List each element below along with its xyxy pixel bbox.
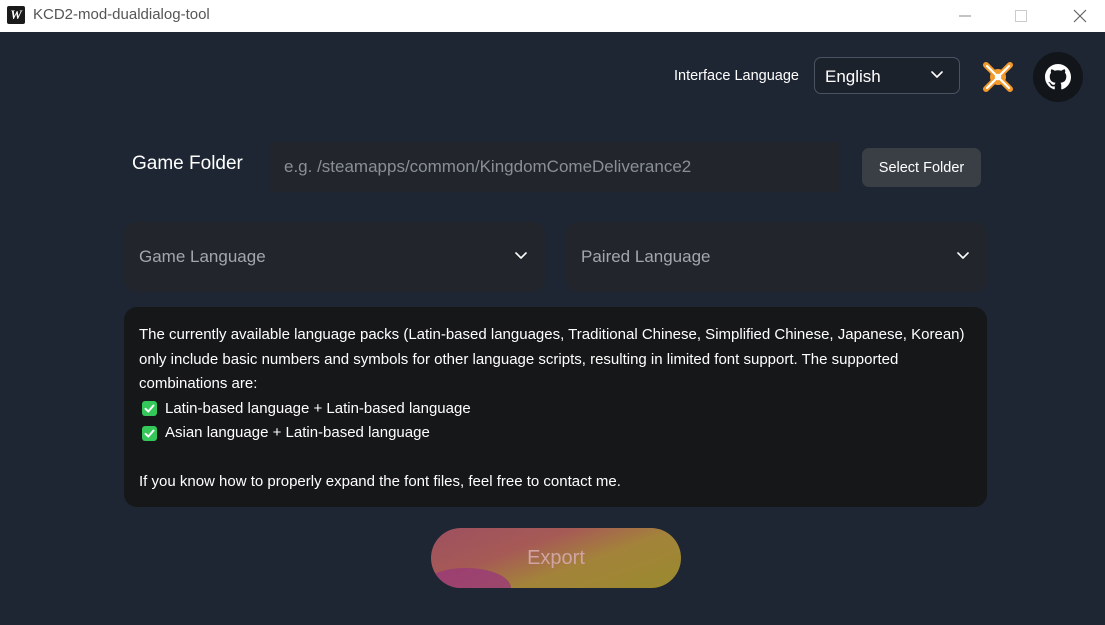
github-button[interactable] [1033, 52, 1083, 102]
nexus-mods-icon [983, 62, 1013, 92]
minimize-icon [959, 15, 971, 17]
github-icon [1045, 64, 1071, 90]
paired-language-select[interactable]: Paired Language [566, 222, 987, 292]
window-title: KCD2-mod-dualdialog-tool [33, 6, 210, 23]
chevron-down-icon [957, 252, 969, 259]
chevron-down-icon [931, 71, 943, 78]
check-mark-icon [142, 401, 157, 417]
minimize-button[interactable] [942, 0, 988, 32]
nexus-mods-button[interactable] [982, 61, 1014, 93]
interface-language-select[interactable]: English [814, 57, 960, 94]
combo-text: Asian language + Latin-based language [165, 424, 430, 441]
app-icon: W [7, 6, 25, 24]
paired-language-placeholder: Paired Language [581, 247, 711, 266]
close-icon [1073, 9, 1087, 23]
export-button[interactable]: Export [431, 528, 681, 588]
interface-language-label: Interface Language [674, 68, 799, 84]
game-language-placeholder: Game Language [139, 247, 266, 266]
combo-item: Latin-based language + Latin-based langu… [139, 397, 972, 422]
interface-language-value: English [825, 67, 881, 86]
combo-text: Latin-based language + Latin-based langu… [165, 399, 471, 417]
close-button[interactable] [1057, 0, 1103, 32]
check-mark-icon [142, 425, 157, 441]
font-support-notice: The currently available language packs (… [124, 307, 987, 507]
game-language-select[interactable]: Game Language [124, 222, 545, 292]
chevron-down-icon [515, 252, 527, 259]
notice-paragraph: The currently available language packs (… [139, 326, 965, 392]
export-label: Export [527, 546, 585, 569]
contact-note: If you know how to properly expand the f… [139, 472, 621, 490]
title-bar: W KCD2-mod-dualdialog-tool [0, 0, 1105, 32]
game-folder-input[interactable] [269, 142, 840, 192]
button-glow [431, 568, 511, 588]
select-folder-button[interactable]: Select Folder [862, 148, 981, 187]
combo-item: Asian language + Latin-based language [139, 421, 972, 446]
game-folder-label: Game Folder [132, 153, 243, 174]
maximize-button[interactable] [998, 0, 1044, 32]
maximize-icon [1015, 10, 1027, 22]
